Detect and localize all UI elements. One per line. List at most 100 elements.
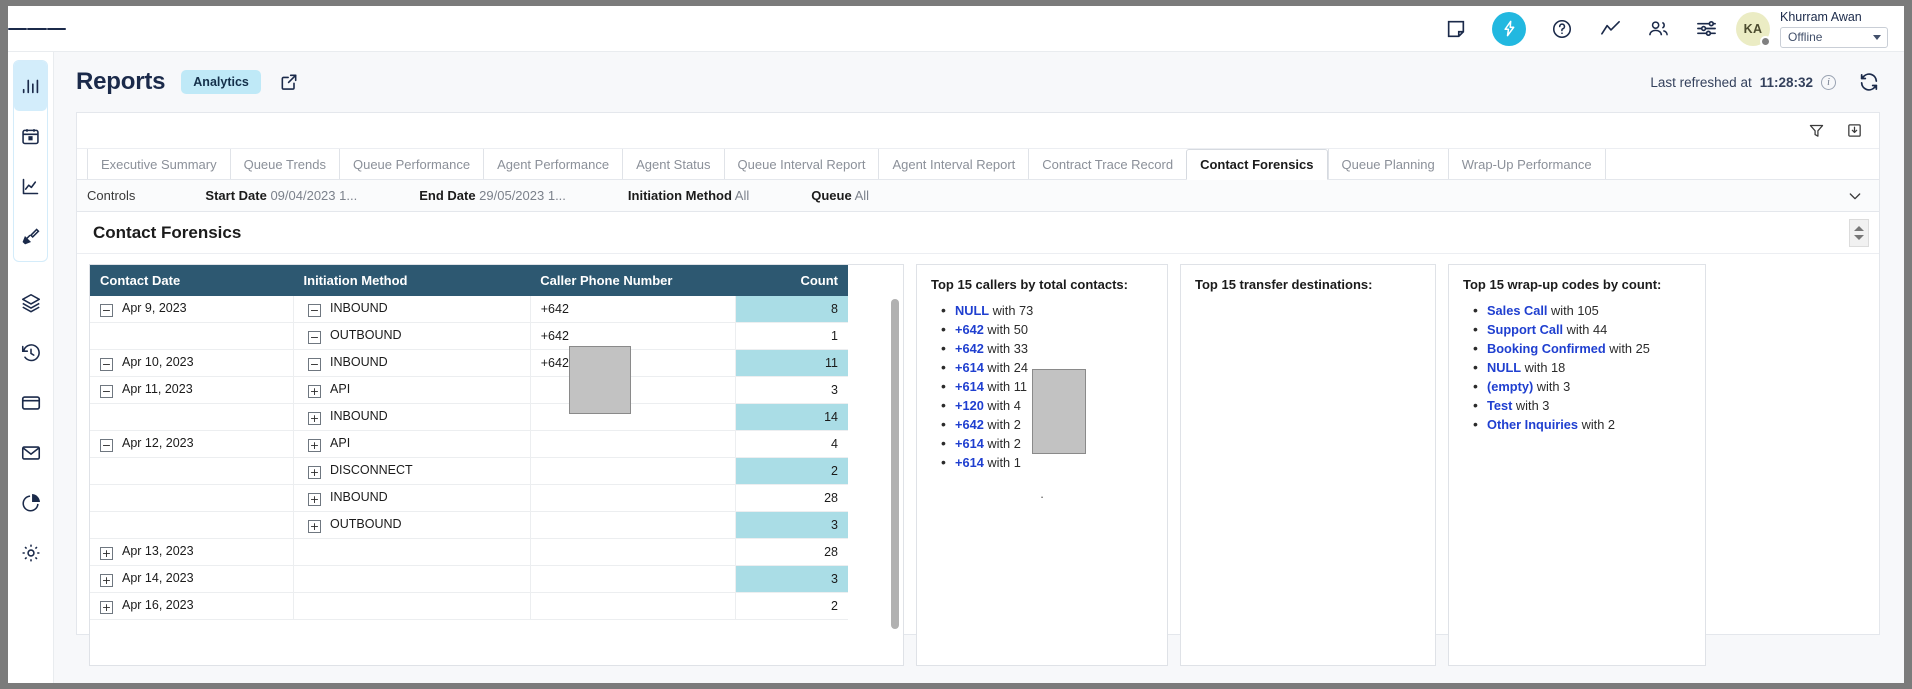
hamburger-menu-icon[interactable] [8,6,66,52]
sidebar-item-trends[interactable] [14,161,47,211]
list-item-key[interactable]: NULL [955,303,989,318]
bolt-icon[interactable] [1492,12,1526,46]
list-item-key[interactable]: +120 [955,398,984,413]
sidebar-item-designer[interactable] [14,211,47,261]
column-header-initiation-method[interactable]: Initiation Method [294,265,531,296]
date-toggle-plus-icon[interactable]: + [100,601,113,614]
sidebar-item-history[interactable] [8,328,53,378]
column-header-contact-date[interactable]: Contact Date [90,265,294,296]
table-row[interactable]: +Apr 13, 202328 [90,539,848,566]
cell-count: 2 [736,458,848,485]
method-toggle-minus-icon[interactable]: − [308,358,321,371]
tab-agent-interval-report[interactable]: Agent Interval Report [878,149,1028,180]
method-toggle-plus-icon[interactable]: + [308,412,321,425]
table-row[interactable]: +INBOUND28 [90,485,848,512]
list-item-key[interactable]: +642 [955,322,984,337]
control-queue[interactable]: Queue All [811,188,869,203]
cell-initiation-method: +OUTBOUND [294,512,531,539]
tab-contact-forensics[interactable]: Contact Forensics [1186,149,1327,180]
external-link-icon[interactable] [279,72,299,92]
list-item-key[interactable]: Other Inquiries [1487,417,1578,432]
sidebar-item-window[interactable] [8,378,53,428]
sidebar-item-mail[interactable] [8,428,53,478]
date-toggle-minus-icon[interactable]: − [100,385,113,398]
tab-contract-trace-record[interactable]: Contract Trace Record [1028,149,1186,180]
tab-agent-performance[interactable]: Agent Performance [483,149,622,180]
table-row[interactable]: −Apr 11, 2023+API3 [90,377,848,404]
table-row[interactable]: +DISCONNECT2 [90,458,848,485]
refresh-icon[interactable] [1858,71,1880,93]
tab-queue-trends[interactable]: Queue Trends [230,149,339,180]
tab-wrap-up-performance[interactable]: Wrap-Up Performance [1448,149,1605,180]
list-item-key[interactable]: +614 [955,455,984,470]
list-item-key[interactable]: +614 [955,379,984,394]
table-row[interactable]: +Apr 14, 20233 [90,566,848,593]
avatar[interactable]: KA [1736,12,1770,46]
sidebar-item-layers[interactable] [8,278,53,328]
tab-agent-status[interactable]: Agent Status [622,149,723,180]
list-item-key[interactable]: +642 [955,341,984,356]
download-icon[interactable] [1845,122,1863,140]
table-row[interactable]: +OUTBOUND3 [90,512,848,539]
people-icon[interactable] [1646,17,1670,41]
list-item-key[interactable]: +642 [955,417,984,432]
column-header-caller-phone[interactable]: Caller Phone Number [530,265,736,296]
control-end-date[interactable]: End Date 29/05/2023 1... [419,188,566,203]
initiation-method-value: OUTBOUND [330,328,402,342]
note-icon[interactable] [1444,17,1468,41]
list-item: Test with 3 [1485,396,1691,415]
user-profile[interactable]: KA Khurram Awan Offline [1736,10,1904,48]
method-toggle-plus-icon[interactable]: + [308,385,321,398]
list-item-key[interactable]: NULL [1487,360,1521,375]
list-item-key[interactable]: Support Call [1487,322,1563,337]
sidebar-item-settings[interactable] [8,528,53,578]
table-row[interactable]: +Apr 16, 20232 [90,593,848,620]
sidebar-item-reports[interactable] [14,61,47,111]
date-toggle-minus-icon[interactable]: − [100,439,113,452]
sliders-icon[interactable] [1694,17,1718,41]
method-toggle-plus-icon[interactable]: + [308,466,321,479]
cell-count: 11 [736,350,848,377]
date-toggle-plus-icon[interactable]: + [100,547,113,560]
filter-icon[interactable] [1807,122,1825,140]
help-icon[interactable] [1550,17,1574,41]
status-dropdown[interactable]: Offline [1780,27,1888,48]
tab-executive-summary[interactable]: Executive Summary [87,149,230,180]
analytics-badge[interactable]: Analytics [181,70,261,94]
table-row[interactable]: −OUTBOUND+6421 [90,323,848,350]
tab-queue-performance[interactable]: Queue Performance [339,149,483,180]
method-toggle-minus-icon[interactable]: − [308,304,321,317]
list-item-key[interactable]: +614 [955,436,984,451]
date-toggle-plus-icon[interactable]: + [100,574,113,587]
table-row[interactable]: −Apr 12, 2023+API4 [90,431,848,458]
table-scrollbar[interactable] [891,299,899,629]
list-item-key[interactable]: (empty) [1487,379,1533,394]
tab-queue-planning[interactable]: Queue Planning [1328,149,1448,180]
date-toggle-minus-icon[interactable]: − [100,358,113,371]
control-initiation-method[interactable]: Initiation Method All [628,188,749,203]
method-toggle-plus-icon[interactable]: + [308,439,321,452]
table-row[interactable]: −Apr 10, 2023−INBOUND+64211 [90,350,848,377]
stepper-up-arrow[interactable] [1854,226,1864,231]
tab-queue-interval-report[interactable]: Queue Interval Report [724,149,879,180]
sidebar-item-pie[interactable] [8,478,53,528]
stepper-down-arrow[interactable] [1854,235,1864,240]
method-toggle-plus-icon[interactable]: + [308,520,321,533]
chevron-down-icon[interactable] [1847,188,1879,204]
method-toggle-minus-icon[interactable]: − [308,331,321,344]
sidebar-item-calendar[interactable] [14,111,47,161]
list-item-key[interactable]: +614 [955,360,984,375]
list-item-key[interactable]: Booking Confirmed [1487,341,1606,356]
table-row[interactable]: +INBOUND14 [90,404,848,431]
analytics-icon[interactable] [1598,17,1622,41]
spinner-stepper-icon[interactable] [1849,219,1869,247]
column-header-count[interactable]: Count [736,265,848,296]
info-icon[interactable]: i [1821,75,1836,90]
list-item-key[interactable]: Test [1487,398,1512,413]
control-start-date[interactable]: Start Date 09/04/2023 1... [205,188,357,203]
method-toggle-plus-icon[interactable]: + [308,493,321,506]
table-row[interactable]: −Apr 9, 2023−INBOUND+6428 [90,296,848,323]
list-item-key[interactable]: Sales Call [1487,303,1547,318]
date-toggle-minus-icon[interactable]: − [100,304,113,317]
presence-dot [1760,36,1771,47]
